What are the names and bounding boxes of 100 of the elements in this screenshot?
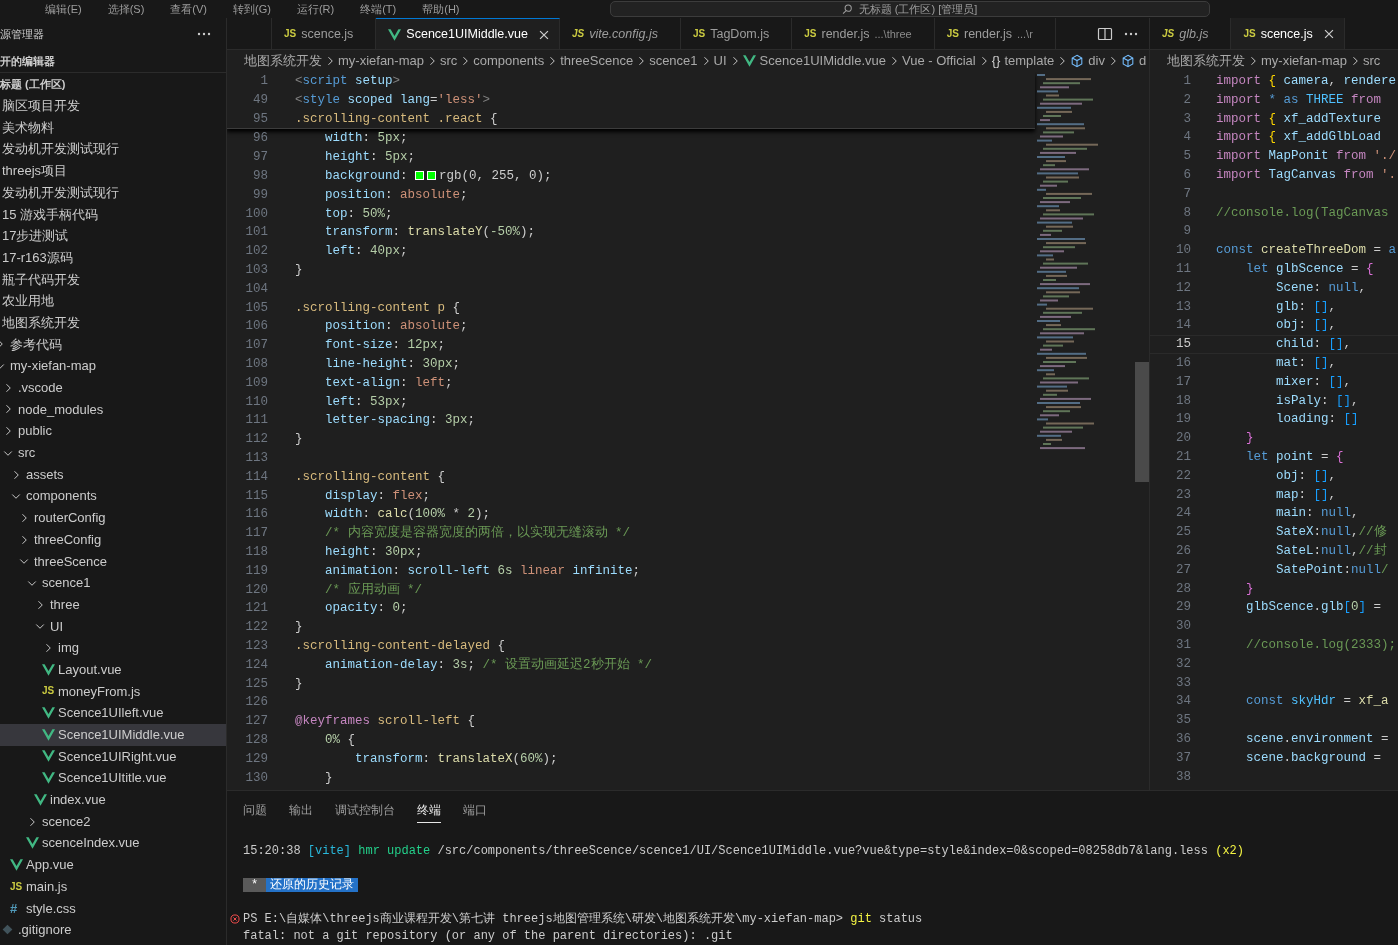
tree-item[interactable]: .gitignore xyxy=(0,919,226,941)
line-number: 17 xyxy=(1175,373,1191,391)
menu-item[interactable]: 选择(S) xyxy=(107,3,145,15)
git-icon xyxy=(2,924,13,936)
file-type-label: JS xyxy=(10,881,23,892)
tree-item[interactable]: img xyxy=(0,637,226,659)
breadcrumb-item[interactable]: threeScence xyxy=(558,51,636,71)
panel-tab[interactable]: 终端 xyxy=(417,797,441,823)
breadcrumb-item[interactable]: {} template xyxy=(989,51,1057,71)
breadcrumb-item[interactable]: d xyxy=(1118,51,1149,71)
code-line: import MapPonit from './ xyxy=(1216,148,1397,166)
editor-tab[interactable]: JS render.js ...\r xyxy=(934,18,1056,49)
line-number: 95 xyxy=(252,110,268,128)
code-line: Scene: null, xyxy=(1275,279,1367,297)
editor-tab[interactable]: JS vite.config.js xyxy=(559,18,681,49)
panel-tab[interactable]: 端口 xyxy=(463,797,487,823)
breadcrumb-item[interactable]: UI xyxy=(711,51,729,71)
breadcrumb-item[interactable]: src xyxy=(437,51,460,71)
tree-item[interactable]: scenceIndex.vue xyxy=(0,832,226,855)
breadcrumb-item[interactable]: Vue - Official xyxy=(900,51,978,71)
tree-item[interactable]: three xyxy=(0,593,226,616)
breadcrumb-item[interactable]: my-xiefan-map xyxy=(1259,51,1349,71)
tree-item[interactable]: 17-r163源码 xyxy=(0,246,226,269)
panel-tab[interactable]: 调试控制台 xyxy=(335,797,395,823)
tree-item[interactable]: public xyxy=(0,420,226,442)
line-number: 28 xyxy=(1175,580,1191,598)
command-center[interactable]: 无标题 (工作区) [管理员] xyxy=(609,1,1210,17)
panel-tab[interactable]: 问题 xyxy=(243,797,267,823)
code-line: .scrolling-content-delayed { xyxy=(295,637,506,655)
tree-item[interactable]: JS moneyFrom.js xyxy=(0,680,226,703)
tree-item[interactable]: scence1 xyxy=(0,572,226,594)
line-number: 117 xyxy=(244,525,268,543)
tree-item[interactable]: assets xyxy=(0,463,226,486)
code-line: glb: [], xyxy=(1275,298,1337,316)
editor-tab[interactable]: JS TagDom.js xyxy=(680,18,793,49)
tree-item[interactable]: routerConfig xyxy=(0,507,226,529)
editor-tab[interactable]: JS scence.js xyxy=(1231,18,1345,49)
tree-item[interactable]: my-xiefan-map xyxy=(0,355,226,377)
breadcrumb-item[interactable]: Scence1UIMiddle.vue xyxy=(740,51,889,71)
line-number: 6 xyxy=(1182,167,1191,184)
editor-tab[interactable]: Scence1UIMiddle.vue xyxy=(376,18,560,49)
tree-item[interactable]: components xyxy=(0,485,226,508)
tree-item[interactable]: Scence1UIMiddle.vue xyxy=(0,723,226,746)
section-header[interactable]: 开的编辑器 xyxy=(0,52,55,70)
tree-item[interactable]: Scence1UIleft.vue xyxy=(0,702,226,724)
tree-item[interactable]: Scence1UItitle.vue xyxy=(0,767,226,789)
vue-icon xyxy=(388,28,402,41)
code-line: map: [], xyxy=(1275,486,1337,504)
tree-item[interactable]: 农业用地 xyxy=(0,290,226,312)
breadcrumb-item[interactable]: scence1 xyxy=(647,51,700,71)
menu-item[interactable]: 帮助(H) xyxy=(422,3,460,15)
breadcrumb-item[interactable]: 地图系统开发 xyxy=(1165,51,1247,71)
tree-item[interactable]: scence2 xyxy=(0,810,226,833)
tree-item[interactable]: 脑区项目开发 xyxy=(0,95,226,117)
line-number: 103 xyxy=(244,262,268,279)
tree-item[interactable]: Scence1UIRight.vue xyxy=(0,745,226,768)
tree-item[interactable]: src xyxy=(0,442,226,464)
code-line: SatePoint:null/ xyxy=(1275,561,1389,579)
line-number: 23 xyxy=(1175,486,1191,504)
breadcrumb-item[interactable]: my-xiefan-map xyxy=(336,51,426,71)
section-header[interactable]: 标题 (工作区) xyxy=(0,75,66,93)
menu-item[interactable]: 终端(T) xyxy=(360,3,397,15)
editor-tab[interactable]: JS render.js ...\three xyxy=(792,18,935,49)
panel-tab[interactable]: 输出 xyxy=(289,797,313,823)
tree-item[interactable]: App.vue xyxy=(0,854,226,876)
line-number: 130 xyxy=(244,769,268,787)
tree-item[interactable]: 发动机开发测试现行 xyxy=(0,181,226,204)
tree-item[interactable]: # style.css xyxy=(0,897,226,920)
tree-item[interactable]: 参考代码 xyxy=(0,333,226,356)
menu-item[interactable]: 转到(G) xyxy=(233,3,271,15)
breadcrumb-item[interactable]: components xyxy=(471,51,547,71)
breadcrumb-item[interactable]: 地图系统开发 xyxy=(242,51,324,71)
tree-item[interactable]: Layout.vue xyxy=(0,658,226,681)
line-number: 1 xyxy=(259,73,268,90)
tree-item[interactable]: 地图系统开发 xyxy=(0,311,226,334)
tree-item[interactable]: 瓶子代码开发 xyxy=(0,268,226,291)
tree-item[interactable]: JS main.js xyxy=(0,875,226,898)
tree-item[interactable]: threeScence xyxy=(0,550,226,573)
line-number: 9 xyxy=(1182,223,1191,241)
tree-item[interactable]: node_modules xyxy=(0,398,226,421)
breadcrumb-item[interactable]: src xyxy=(1360,51,1383,71)
tree-item[interactable]: .vscode xyxy=(0,376,226,399)
tree-item[interactable]: 17步进测试 xyxy=(0,225,226,247)
tree-item[interactable]: 15 游戏手柄代码 xyxy=(0,203,226,226)
tree-item[interactable]: index.vue xyxy=(0,789,226,811)
menu-item[interactable]: 编辑(E) xyxy=(45,3,82,15)
split-editor-icon[interactable] xyxy=(1097,25,1113,42)
scrollbar-thumb[interactable] xyxy=(1135,362,1149,482)
menu-item[interactable]: 运行(R) xyxy=(296,3,335,15)
breadcrumb-item[interactable]: div xyxy=(1068,51,1107,71)
code-line: import TagCanvas from '. xyxy=(1216,167,1397,184)
tree-item[interactable]: threejs项目 xyxy=(0,160,226,182)
tree-item[interactable]: 发动机开发测试现行 xyxy=(0,138,226,161)
menu-item[interactable]: 查看(V) xyxy=(170,3,207,15)
line-number: 109 xyxy=(244,374,268,392)
tree-item[interactable]: threeConfig xyxy=(0,528,226,551)
file-type-label: JS xyxy=(692,29,706,39)
code-line: font-size: 12px; xyxy=(324,337,446,355)
tree-item[interactable]: 美术物料 xyxy=(0,116,226,139)
tree-item[interactable]: UI xyxy=(0,615,226,638)
